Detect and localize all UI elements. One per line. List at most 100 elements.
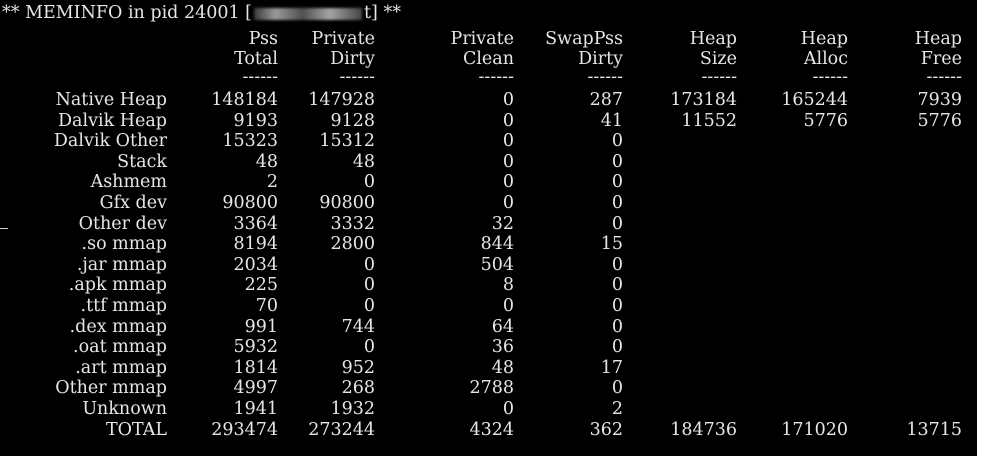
- cell-value: 15323: [222, 131, 278, 152]
- cell-value: 5776: [803, 110, 848, 131]
- column-header-bottom: Dirty: [578, 49, 623, 69]
- terminal-window: ** MEMINFO in pid 24001 [t] ** Pss Total -…: [0, 0, 981, 456]
- cell-value: 48: [255, 151, 278, 172]
- cell-value: 0: [502, 90, 514, 110]
- cell-value: 64: [491, 316, 514, 337]
- cell-value: 0: [502, 172, 514, 193]
- column-header-top: SwapPss: [545, 29, 623, 49]
- row-label: .ttf mmap: [80, 296, 168, 316]
- cell-value: 5776: [917, 110, 962, 131]
- cell-value: 0: [502, 399, 514, 419]
- column-header-bottom: Dirty: [330, 49, 375, 69]
- cell-value: 4324: [469, 419, 514, 440]
- column-separator: ------: [701, 67, 737, 87]
- cell-value: 268: [341, 378, 375, 399]
- cell-value: 744: [341, 316, 375, 337]
- cell-value: 90800: [319, 193, 375, 213]
- column-separator: ------: [339, 67, 375, 87]
- column-header-top: Heap: [689, 29, 737, 49]
- cell-value: 844: [480, 234, 514, 255]
- cell-value: 2800: [330, 234, 375, 255]
- row-label: .dex mmap: [69, 316, 167, 337]
- cell-value: 0: [611, 213, 623, 234]
- cell-value: 0: [611, 275, 623, 296]
- row-label: Dalvik Other: [53, 131, 167, 152]
- row-label: .so mmap: [81, 234, 167, 255]
- row-label: TOTAL: [106, 419, 167, 440]
- cell-value: 0: [502, 110, 514, 131]
- cell-value: 0: [611, 316, 623, 337]
- column-header-top: Heap: [914, 29, 962, 49]
- cell-value: 0: [611, 378, 623, 399]
- cell-value: 41: [600, 110, 623, 131]
- row-label: Stack: [117, 151, 167, 172]
- cell-value: 0: [363, 296, 375, 316]
- cell-value: 48: [352, 151, 375, 172]
- header-prefix: ** MEMINFO in pid 24001 [: [2, 3, 253, 23]
- cell-value: 362: [589, 419, 623, 440]
- cell-value: 32: [491, 213, 514, 234]
- cell-value: 0: [611, 151, 623, 172]
- cell-value: 0: [611, 131, 623, 152]
- cell-value: 0: [502, 193, 514, 213]
- cell-value: 2034: [233, 254, 278, 275]
- row-label: .art mmap: [75, 357, 167, 378]
- redacted-package-name: [254, 7, 363, 20]
- column-header-bottom: Clean: [462, 49, 514, 69]
- cell-value: 0: [611, 337, 623, 358]
- cell-value: 0: [611, 254, 623, 275]
- column-header-bottom: Size: [699, 49, 737, 69]
- cell-value: 0: [363, 254, 375, 275]
- cell-value: 15: [600, 234, 623, 255]
- row-label: Gfx dev: [99, 193, 167, 213]
- row-label: .apk mmap: [68, 275, 167, 296]
- cell-value: 3332: [330, 213, 375, 234]
- column-separator: ------: [478, 67, 514, 87]
- cell-value: 15312: [319, 131, 375, 152]
- cell-value: 148184: [211, 90, 278, 110]
- cell-value: 0: [502, 151, 514, 172]
- cell-value: 5932: [233, 337, 278, 358]
- column-header-bottom: Free: [920, 49, 962, 69]
- column-header-top: Pss: [248, 29, 278, 49]
- cell-value: 0: [363, 275, 375, 296]
- cell-value: 7939: [917, 90, 962, 110]
- cell-value: 173184: [670, 90, 737, 110]
- cell-value: 225: [244, 275, 278, 296]
- cell-value: 13715: [906, 419, 962, 440]
- row-label: Other dev: [78, 213, 167, 234]
- cell-value: 1932: [330, 399, 375, 419]
- column-header-top: Private: [311, 29, 375, 49]
- cell-value: 273244: [308, 419, 375, 440]
- column-header-top: Heap: [800, 29, 848, 49]
- cell-value: 952: [341, 357, 375, 378]
- cell-value: 171020: [781, 419, 848, 440]
- row-label: Other mmap: [55, 378, 167, 399]
- cell-value: 1814: [233, 357, 278, 378]
- cell-value: 90800: [222, 193, 278, 213]
- cell-value: 0: [611, 193, 623, 213]
- row-label: .jar mmap: [76, 254, 167, 275]
- cell-value: 2: [611, 399, 623, 419]
- cell-value: 9193: [233, 110, 278, 131]
- cell-value: 8: [502, 275, 514, 296]
- cell-value: 147928: [308, 90, 375, 110]
- column-separator: ------: [242, 67, 278, 87]
- row-label: Unknown: [82, 399, 167, 419]
- cell-value: 17: [600, 357, 623, 378]
- cell-value: 0: [363, 337, 375, 358]
- row-label: Dalvik Heap: [58, 110, 167, 131]
- cell-value: 4997: [233, 378, 278, 399]
- row-label: .oat mmap: [73, 337, 167, 358]
- cell-value: 184736: [670, 419, 737, 440]
- column-separator: ------: [812, 67, 848, 87]
- cell-value: 36: [491, 337, 514, 358]
- cell-value: 8194: [233, 234, 278, 255]
- cell-value: 70: [255, 296, 278, 316]
- cell-value: 504: [480, 254, 514, 275]
- cell-value: 0: [611, 172, 623, 193]
- cell-value: 165244: [781, 90, 848, 110]
- cell-value: 0: [502, 296, 514, 316]
- cell-value: 3364: [233, 213, 278, 234]
- row-label: Native Heap: [55, 90, 167, 110]
